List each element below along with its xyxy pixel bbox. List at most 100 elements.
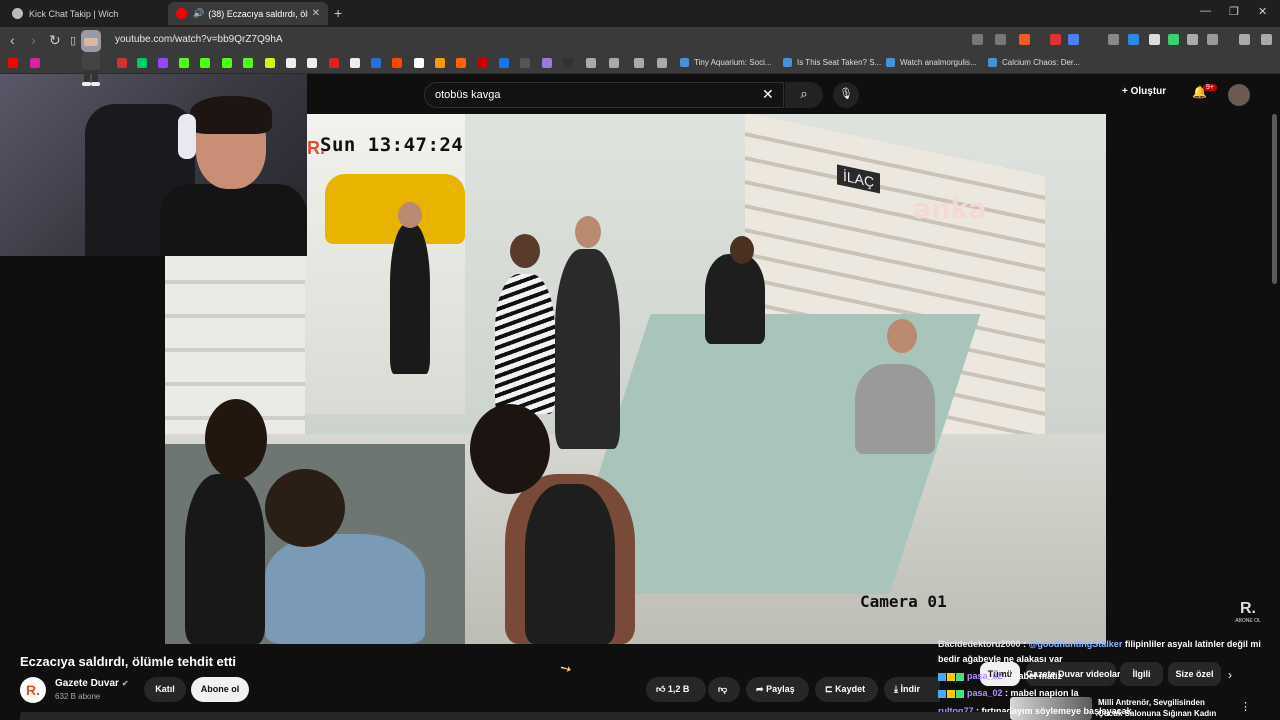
extension-icon[interactable] <box>1128 34 1139 45</box>
tab-kick-chat[interactable]: Kick Chat Takip | Wich <box>4 2 164 25</box>
kick-bookmark-icon[interactable] <box>222 58 232 68</box>
next-row-placeholder <box>20 712 1010 720</box>
kick-extension-icon[interactable] <box>1168 34 1179 45</box>
bookmark-icon[interactable] <box>478 58 488 68</box>
folder-icon[interactable] <box>634 58 644 68</box>
bookmark-save-icon: ⊏ <box>825 684 833 694</box>
kick-bookmark-icon[interactable] <box>200 58 210 68</box>
subscribe-button[interactable]: Abone ol <box>191 677 249 702</box>
chat-badge-icons <box>938 689 964 698</box>
steam-icon <box>783 58 792 67</box>
headset-icon <box>178 114 196 159</box>
channel-name[interactable]: Gazete Duvar ✔ <box>55 678 129 689</box>
extension-icon[interactable] <box>1108 34 1119 45</box>
video-frame-taxi <box>325 174 465 244</box>
microphone-icon[interactable]: 🎙 <box>833 82 859 108</box>
mascot-figure <box>81 30 101 86</box>
mouse-cursor-icon: ➘ <box>556 658 575 678</box>
video-frame-person-head <box>470 404 550 494</box>
bookmark-icon[interactable] <box>563 58 573 68</box>
bookmark-icon[interactable] <box>371 58 381 68</box>
bookmark-icon[interactable] <box>286 58 296 68</box>
camera-label: Camera 01 <box>860 592 947 611</box>
video-frame-person <box>265 534 425 644</box>
dislike-button[interactable]: 👎︎ <box>708 677 740 702</box>
twitch-bookmark-icon[interactable] <box>158 58 168 68</box>
screen-icon[interactable] <box>972 34 983 45</box>
extension-icon[interactable] <box>1149 34 1160 45</box>
share-page-icon[interactable] <box>995 34 1006 45</box>
bookmark-tiny-aquarium[interactable]: Tiny Aquarium: Soci... <box>680 58 772 67</box>
new-tab-button[interactable]: + <box>334 5 342 21</box>
kick-bookmark-icon[interactable] <box>179 58 189 68</box>
create-button[interactable]: + Oluştur <box>1122 86 1166 97</box>
bookmark-icon[interactable] <box>137 58 147 68</box>
chat-message: pasa_02 : mabel matiz <box>938 669 1062 683</box>
share-icon: ➦ <box>756 684 764 694</box>
download-icon: ⤓ <box>894 684 898 694</box>
bookmark-seat-taken[interactable]: Is This Seat Taken? S... <box>783 58 881 67</box>
extension-icon[interactable] <box>1050 34 1061 45</box>
streamer-hair <box>190 96 272 134</box>
restore-icon[interactable]: ❐ <box>1229 5 1239 18</box>
bookmark-icon[interactable] <box>456 58 466 68</box>
join-button[interactable]: Katıl <box>144 677 186 702</box>
bookmarks-bar: Tiny Aquarium: Soci... Is This Seat Take… <box>0 54 1280 74</box>
channel-avatar[interactable]: R. <box>20 677 46 703</box>
download-button[interactable]: ⤓ İndir <box>884 677 940 702</box>
bookmark-icon[interactable] <box>520 58 530 68</box>
folder-icon[interactable] <box>657 58 667 68</box>
bookmark-site-icon <box>886 58 895 67</box>
extension-icon[interactable] <box>1068 34 1079 45</box>
reload-icon[interactable]: ↻ <box>49 32 61 49</box>
folder-icon[interactable] <box>586 58 596 68</box>
video-frame-person <box>390 224 430 374</box>
puzzle-icon[interactable] <box>1187 34 1198 45</box>
close-tab-icon[interactable]: ✕ <box>312 8 320 19</box>
tab-youtube[interactable]: 🔊 (38) Eczacıya saldırdı, ölümle tehdit … <box>168 2 328 25</box>
folder-icon[interactable] <box>609 58 619 68</box>
streamer-webcam <box>0 74 307 256</box>
bookmark-icon[interactable] <box>542 58 552 68</box>
bookmark-icon[interactable] <box>265 58 275 68</box>
video-frame-person <box>495 274 555 414</box>
bookmark-icon[interactable] <box>307 58 317 68</box>
bookmark-watch[interactable]: Watch analmorgulis... <box>886 58 977 67</box>
x-bookmark-icon[interactable] <box>350 58 360 68</box>
video-frame-person-head <box>887 319 917 353</box>
clear-search-icon[interactable]: ✕ <box>762 86 774 103</box>
bookmark-icon[interactable] <box>117 58 127 68</box>
chat-badge-icons <box>938 672 964 681</box>
speaker-icon[interactable]: 🔊 <box>193 8 204 19</box>
like-button[interactable]: 👍︎ 1,2 B <box>646 677 706 702</box>
account-avatar[interactable] <box>1228 84 1250 106</box>
bookmark-icon[interactable] <box>414 58 424 68</box>
subscribe-watermark[interactable]: R. ABONE OL <box>1235 600 1261 624</box>
minimize-icon[interactable]: — <box>1200 5 1211 17</box>
media-icon[interactable] <box>1239 34 1250 45</box>
url-field[interactable]: youtube.com/watch?v=bb9QrZ7Q9hA <box>115 34 283 45</box>
kick-bookmark-icon[interactable] <box>243 58 253 68</box>
page-scrollbar[interactable] <box>1272 114 1277 284</box>
tab-title: Kick Chat Takip | Wich <box>29 8 119 19</box>
back-icon[interactable]: ‹ <box>10 32 15 48</box>
save-button[interactable]: ⊏ Kaydet <box>815 677 878 702</box>
bookmark-icon[interactable] <box>499 58 509 68</box>
search-input[interactable]: otobüs kavga <box>424 82 784 108</box>
video-frame-person-head <box>575 216 601 248</box>
chat-message: pasa_02 : mabel napion la <box>938 686 1079 700</box>
search-icon[interactable]: ⌕ <box>785 82 823 108</box>
bookmark-calcium-chaos[interactable]: Calcium Chaos: Der... <box>988 58 1080 67</box>
close-window-icon[interactable]: ✕ <box>1258 5 1267 18</box>
reddit-bookmark-icon[interactable] <box>392 58 402 68</box>
menu-icon[interactable] <box>1261 34 1272 45</box>
share-button[interactable]: ➦ Paylaş <box>746 677 809 702</box>
forward-icon[interactable]: › <box>31 32 36 48</box>
bookmark-icon[interactable] <box>329 58 339 68</box>
youtube-bookmark-icon[interactable] <box>8 58 18 68</box>
amazon-bookmark-icon[interactable] <box>435 58 445 68</box>
brave-shield-icon[interactable] <box>1019 34 1030 45</box>
instagram-bookmark-icon[interactable] <box>30 58 40 68</box>
sidebar-icon[interactable] <box>1207 34 1218 45</box>
youtube-header: otobüs kavga ✕ ⌕ 🎙 + Oluştur 🔔 9+ <box>307 74 1280 114</box>
